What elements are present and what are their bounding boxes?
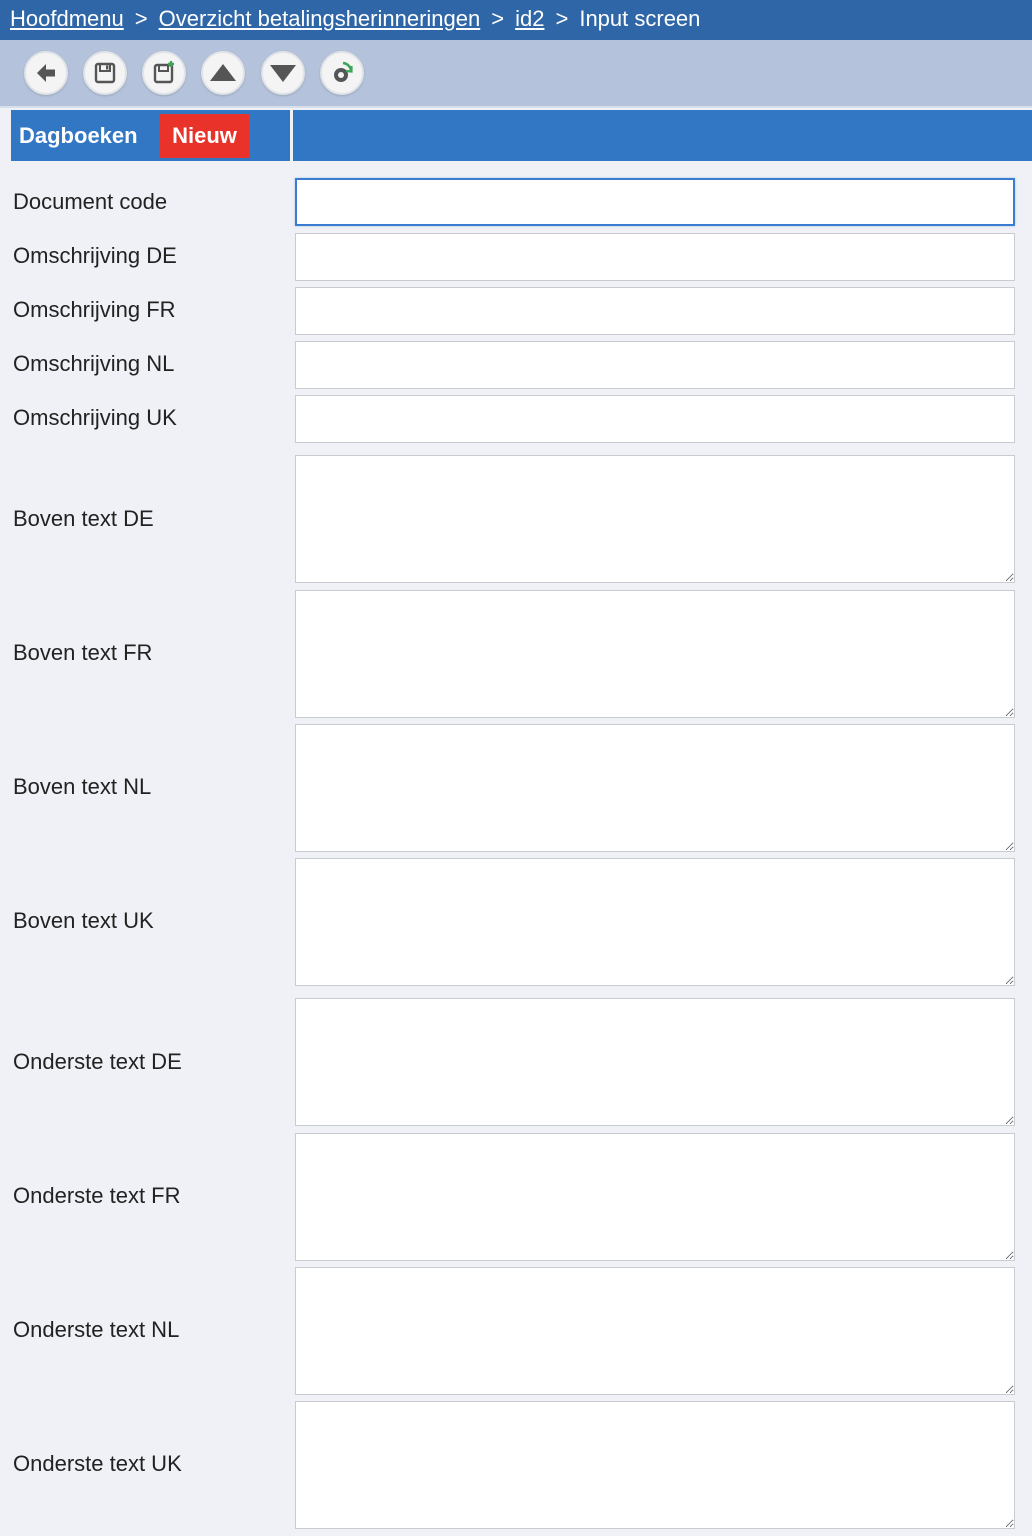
omschrijving-uk-label: Omschrijving UK [13, 405, 177, 430]
omschrijving-fr-input[interactable] [295, 287, 1015, 335]
boven-text-de-label: Boven text DE [13, 506, 154, 531]
breadcrumb-separator: > [491, 6, 505, 31]
document-code-input[interactable] [295, 178, 1015, 226]
onderste-text-de-label: Onderste text DE [13, 1049, 182, 1074]
boven-text-de-textarea[interactable] [295, 455, 1015, 583]
back-button[interactable] [24, 51, 68, 95]
boven-text-fr-textarea[interactable] [295, 590, 1015, 718]
move-down-button[interactable] [261, 51, 305, 95]
toolbar [0, 40, 1032, 108]
arrow-up-icon [210, 64, 236, 81]
breadcrumb: Hoofdmenu > Overzicht betalingsherinnering… [0, 0, 1032, 40]
breadcrumb-separator: > [555, 6, 569, 31]
section-title: Dagboeken [19, 123, 138, 148]
boven-text-nl-label: Boven text NL [13, 774, 152, 799]
boven-text-uk-label: Boven text UK [13, 908, 154, 933]
breadcrumb-link-overzicht[interactable]: Overzicht betalingsherinneringen [159, 6, 481, 31]
arrow-down-icon [270, 65, 296, 82]
boven-text-nl-textarea[interactable] [295, 724, 1015, 852]
omschrijving-uk-input[interactable] [295, 395, 1015, 443]
onderste-text-nl-label: Onderste text NL [13, 1317, 180, 1342]
new-badge: Nieuw [160, 114, 249, 158]
breadcrumb-separator: > [134, 6, 148, 31]
save-button[interactable] [83, 51, 127, 95]
breadcrumb-link-id2[interactable]: id2 [515, 6, 544, 31]
onderste-text-de-textarea[interactable] [295, 998, 1015, 1126]
document-code-label: Document code [13, 189, 168, 214]
omschrijving-nl-input[interactable] [295, 341, 1015, 389]
omschrijving-de-label: Omschrijving DE [13, 243, 177, 268]
back-arrow-icon [37, 64, 55, 82]
onderste-text-uk-textarea[interactable] [295, 1401, 1015, 1529]
onderste-text-fr-textarea[interactable] [295, 1133, 1015, 1261]
boven-text-uk-textarea[interactable] [295, 858, 1015, 986]
section-header-bar [293, 110, 1032, 161]
refresh-button[interactable] [320, 51, 364, 95]
onderste-text-fr-label: Onderste text FR [13, 1183, 181, 1208]
omschrijving-nl-label: Omschrijving NL [13, 351, 175, 376]
breadcrumb-current: Input screen [579, 6, 701, 31]
onderste-text-nl-textarea[interactable] [295, 1267, 1015, 1395]
boven-text-fr-label: Boven text FR [13, 640, 153, 665]
save-icon [94, 62, 116, 84]
onderste-text-uk-label: Onderste text UK [13, 1451, 182, 1476]
refresh-icon [334, 61, 353, 82]
move-up-button[interactable] [201, 51, 245, 95]
omschrijving-fr-label: Omschrijving FR [13, 297, 176, 322]
breadcrumb-link-hoofdmenu[interactable]: Hoofdmenu [10, 6, 124, 31]
save-new-button[interactable] [142, 51, 186, 95]
save-new-icon [153, 61, 174, 84]
omschrijving-de-input[interactable] [295, 233, 1015, 281]
section-header: Dagboeken Nieuw [11, 110, 290, 161]
